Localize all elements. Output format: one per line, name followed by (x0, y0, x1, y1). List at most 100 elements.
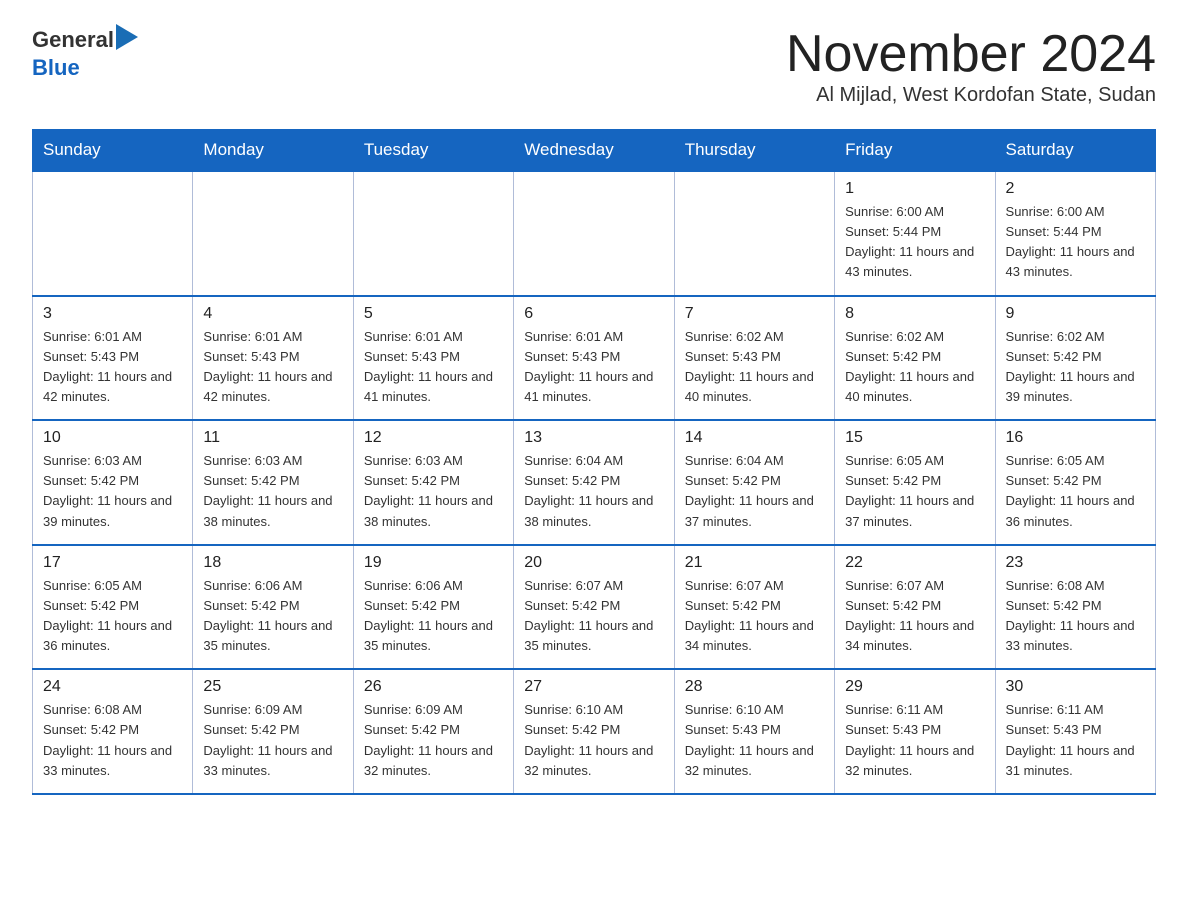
calendar-cell: 26Sunrise: 6:09 AMSunset: 5:42 PMDayligh… (353, 669, 513, 794)
day-info: Sunrise: 6:07 AMSunset: 5:42 PMDaylight:… (685, 576, 824, 657)
day-info: Sunrise: 6:04 AMSunset: 5:42 PMDaylight:… (524, 451, 663, 532)
day-info: Sunrise: 6:05 AMSunset: 5:42 PMDaylight:… (845, 451, 984, 532)
day-number: 8 (845, 305, 984, 323)
calendar-cell: 12 Sunrise: 6:03 AMSunset: 5:42 PMDayligh… (353, 420, 513, 545)
day-info: Sunrise: 6:09 AMSunset: 5:42 PMDaylight:… (364, 700, 503, 781)
day-info: Sunrise: 6:08 AMSunset: 5:42 PMDaylight:… (43, 700, 182, 781)
calendar-week-row: 1 Sunrise: 6:00 AMSunset: 5:44 PMDaylight… (33, 171, 1156, 296)
day-number: 16 (1006, 429, 1145, 447)
weekday-header-saturday: Saturday (995, 130, 1155, 172)
day-number: 21 (685, 554, 824, 572)
day-info: Sunrise: 6:01 AMSunset: 5:43 PMDaylight:… (43, 327, 182, 408)
day-number: 25 (203, 678, 342, 696)
logo-blue-text: Blue (32, 55, 80, 80)
day-number: 9 (1006, 305, 1145, 323)
day-info: Sunrise: 6:08 AMSunset: 5:42 PMDaylight:… (1006, 576, 1145, 657)
calendar-cell (514, 171, 674, 296)
day-number: 14 (685, 429, 824, 447)
day-info: Sunrise: 6:11 AMSunset: 5:43 PMDaylight:… (845, 700, 984, 781)
day-number: 2 (1006, 180, 1145, 198)
day-info: Sunrise: 6:02 AMSunset: 5:42 PMDaylight:… (845, 327, 984, 408)
day-number: 24 (43, 678, 182, 696)
weekday-header-sunday: Sunday (33, 130, 193, 172)
calendar-cell: 5Sunrise: 6:01 AMSunset: 5:43 PMDaylight… (353, 296, 513, 421)
day-info: Sunrise: 6:01 AMSunset: 5:43 PMDaylight:… (524, 327, 663, 408)
calendar-cell (674, 171, 834, 296)
logo-general-text: General (32, 27, 114, 53)
title-block: November 2024 Al Mijlad, West Kordofan S… (786, 24, 1156, 121)
page-header: General Blue November 2024 Al Mijlad, We… (32, 24, 1156, 121)
day-number: 10 (43, 429, 182, 447)
day-info: Sunrise: 6:07 AMSunset: 5:42 PMDaylight:… (845, 576, 984, 657)
day-number: 23 (1006, 554, 1145, 572)
day-number: 22 (845, 554, 984, 572)
day-info: Sunrise: 6:10 AMSunset: 5:43 PMDaylight:… (685, 700, 824, 781)
day-info: Sunrise: 6:03 AMSunset: 5:42 PMDaylight:… (364, 451, 503, 532)
calendar-cell: 30 Sunrise: 6:11 AMSunset: 5:43 PMDayligh… (995, 669, 1155, 794)
day-info: Sunrise: 6:03 AMSunset: 5:42 PMDaylight:… (203, 451, 342, 532)
calendar-cell: 1 Sunrise: 6:00 AMSunset: 5:44 PMDaylight… (835, 171, 995, 296)
calendar-cell: 19 Sunrise: 6:06 AMSunset: 5:42 PMDayligh… (353, 545, 513, 670)
month-title: November 2024 (786, 24, 1156, 84)
logo-arrow-icon (116, 24, 138, 50)
weekday-header-row: SundayMondayTuesdayWednesdayThursdayFrid… (33, 130, 1156, 172)
day-number: 15 (845, 429, 984, 447)
day-info: Sunrise: 6:05 AMSunset: 5:42 PMDaylight:… (43, 576, 182, 657)
day-number: 3 (43, 305, 182, 323)
calendar-cell: 9 Sunrise: 6:02 AMSunset: 5:42 PMDaylight… (995, 296, 1155, 421)
calendar-cell: 14 Sunrise: 6:04 AMSunset: 5:42 PMDayligh… (674, 420, 834, 545)
weekday-header-thursday: Thursday (674, 130, 834, 172)
calendar-table: SundayMondayTuesdayWednesdayThursdayFrid… (32, 129, 1156, 795)
day-info: Sunrise: 6:06 AMSunset: 5:42 PMDaylight:… (203, 576, 342, 657)
day-number: 12 (364, 429, 503, 447)
day-number: 11 (203, 429, 342, 447)
day-number: 30 (1006, 678, 1145, 696)
calendar-cell: 28Sunrise: 6:10 AMSunset: 5:43 PMDayligh… (674, 669, 834, 794)
day-number: 6 (524, 305, 663, 323)
calendar-cell: 7Sunrise: 6:02 AMSunset: 5:43 PMDaylight… (674, 296, 834, 421)
calendar-cell: 3 Sunrise: 6:01 AMSunset: 5:43 PMDaylight… (33, 296, 193, 421)
day-number: 29 (845, 678, 984, 696)
day-number: 19 (364, 554, 503, 572)
weekday-header-friday: Friday (835, 130, 995, 172)
day-number: 13 (524, 429, 663, 447)
day-info: Sunrise: 6:02 AMSunset: 5:42 PMDaylight:… (1006, 327, 1145, 408)
day-number: 4 (203, 305, 342, 323)
weekday-header-tuesday: Tuesday (353, 130, 513, 172)
calendar-cell: 15 Sunrise: 6:05 AMSunset: 5:42 PMDayligh… (835, 420, 995, 545)
calendar-cell: 11 Sunrise: 6:03 AMSunset: 5:42 PMDayligh… (193, 420, 353, 545)
calendar-cell: 6 Sunrise: 6:01 AMSunset: 5:43 PMDaylight… (514, 296, 674, 421)
calendar-cell (353, 171, 513, 296)
day-number: 20 (524, 554, 663, 572)
calendar-cell (33, 171, 193, 296)
day-info: Sunrise: 6:11 AMSunset: 5:43 PMDaylight:… (1006, 700, 1145, 781)
calendar-week-row: 10 Sunrise: 6:03 AMSunset: 5:42 PMDayligh… (33, 420, 1156, 545)
day-info: Sunrise: 6:06 AMSunset: 5:42 PMDaylight:… (364, 576, 503, 657)
day-number: 17 (43, 554, 182, 572)
day-info: Sunrise: 6:05 AMSunset: 5:42 PMDaylight:… (1006, 451, 1145, 532)
calendar-cell: 17 Sunrise: 6:05 AMSunset: 5:42 PMDayligh… (33, 545, 193, 670)
day-number: 27 (524, 678, 663, 696)
calendar-cell: 16 Sunrise: 6:05 AMSunset: 5:42 PMDayligh… (995, 420, 1155, 545)
day-info: Sunrise: 6:00 AMSunset: 5:44 PMDaylight:… (845, 202, 984, 283)
calendar-cell: 2 Sunrise: 6:00 AMSunset: 5:44 PMDaylight… (995, 171, 1155, 296)
calendar-cell: 10 Sunrise: 6:03 AMSunset: 5:42 PMDayligh… (33, 420, 193, 545)
day-number: 18 (203, 554, 342, 572)
calendar-cell: 27 Sunrise: 6:10 AMSunset: 5:42 PMDayligh… (514, 669, 674, 794)
day-info: Sunrise: 6:09 AMSunset: 5:42 PMDaylight:… (203, 700, 342, 781)
calendar-cell: 20 Sunrise: 6:07 AMSunset: 5:42 PMDayligh… (514, 545, 674, 670)
weekday-header-wednesday: Wednesday (514, 130, 674, 172)
day-number: 1 (845, 180, 984, 198)
calendar-cell: 22 Sunrise: 6:07 AMSunset: 5:42 PMDayligh… (835, 545, 995, 670)
day-info: Sunrise: 6:02 AMSunset: 5:43 PMDaylight:… (685, 327, 824, 408)
day-info: Sunrise: 6:07 AMSunset: 5:42 PMDaylight:… (524, 576, 663, 657)
calendar-week-row: 3 Sunrise: 6:01 AMSunset: 5:43 PMDaylight… (33, 296, 1156, 421)
location-subtitle: Al Mijlad, West Kordofan State, Sudan (786, 84, 1156, 107)
day-info: Sunrise: 6:03 AMSunset: 5:42 PMDaylight:… (43, 451, 182, 532)
day-info: Sunrise: 6:00 AMSunset: 5:44 PMDaylight:… (1006, 202, 1145, 283)
day-info: Sunrise: 6:04 AMSunset: 5:42 PMDaylight:… (685, 451, 824, 532)
day-info: Sunrise: 6:01 AMSunset: 5:43 PMDaylight:… (203, 327, 342, 408)
day-info: Sunrise: 6:01 AMSunset: 5:43 PMDaylight:… (364, 327, 503, 408)
day-info: Sunrise: 6:10 AMSunset: 5:42 PMDaylight:… (524, 700, 663, 781)
calendar-week-row: 17 Sunrise: 6:05 AMSunset: 5:42 PMDayligh… (33, 545, 1156, 670)
